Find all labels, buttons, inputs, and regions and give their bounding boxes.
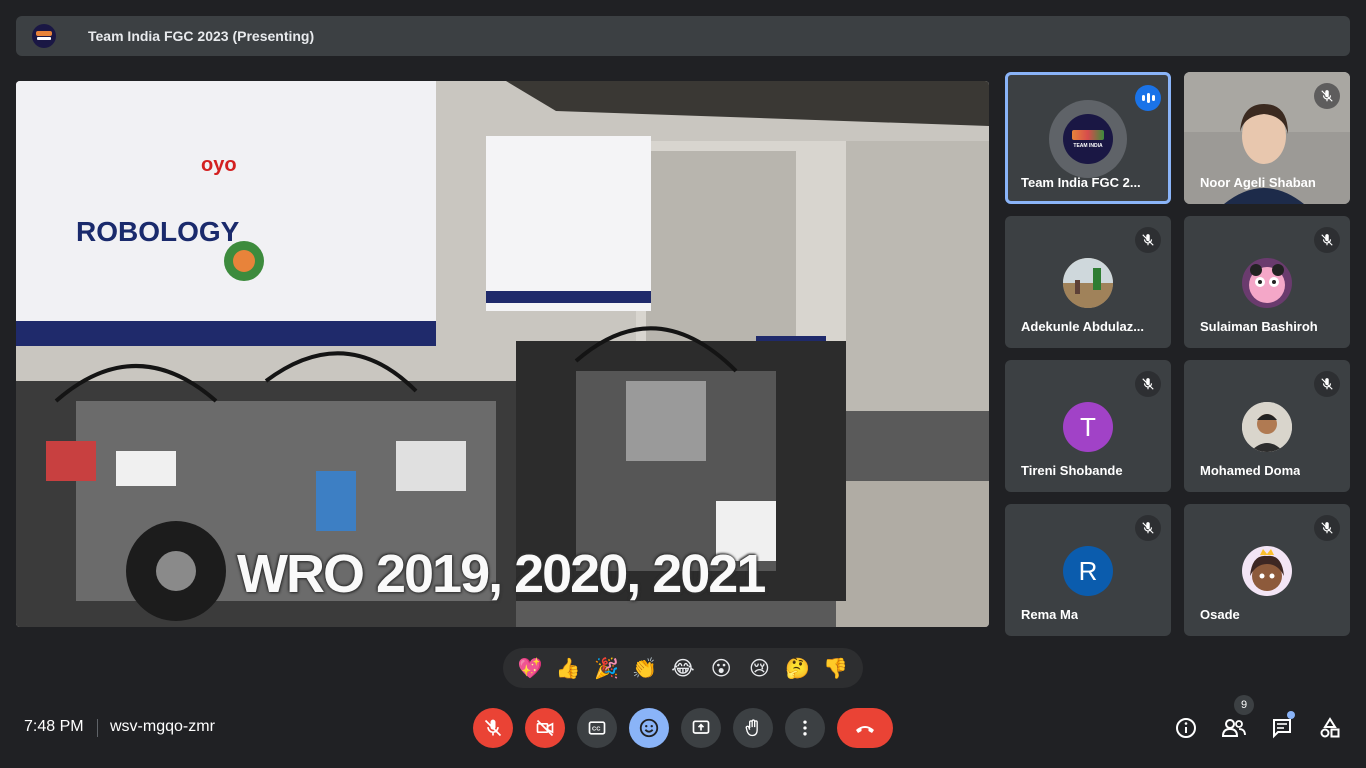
more-vert-icon: [803, 720, 807, 736]
avatar: TEAM INDIA: [1049, 100, 1127, 178]
mic-off-icon: [1135, 371, 1161, 397]
participant-tile-adekunle[interactable]: Adekunle Abdulaz...: [1005, 216, 1171, 348]
camera-off-icon: [536, 719, 554, 737]
participant-name: Team India FGC 2...: [1021, 175, 1141, 190]
people-icon: [1221, 719, 1246, 737]
raise-hand-button[interactable]: [733, 708, 773, 748]
captions-icon: CC: [588, 721, 606, 735]
divider: [97, 719, 98, 737]
participant-tile-tireni[interactable]: T Tireni Shobande: [1005, 360, 1171, 492]
shared-screen: ROBOLOGY oyo WRO 2019, 2020, 2021: [16, 81, 989, 627]
mic-off-icon: [1135, 515, 1161, 541]
meeting-code: wsv-mgqo-zmr: [110, 718, 215, 735]
avatar-initial: R: [1063, 546, 1113, 596]
activities-button[interactable]: [1315, 713, 1345, 743]
avatar: [1242, 546, 1292, 596]
reaction-sad[interactable]: 😢: [742, 656, 776, 681]
participant-name: Adekunle Abdulaz...: [1021, 319, 1145, 334]
reaction-thumbs-up[interactable]: 👍: [551, 656, 585, 681]
present-screen-icon: [692, 720, 710, 734]
participant-count-badge: 9: [1234, 695, 1254, 715]
participant-name: Tireni Shobande: [1021, 463, 1123, 478]
meeting-details-button[interactable]: [1171, 713, 1201, 743]
mic-off-icon: [484, 719, 502, 737]
avatar: [1063, 258, 1113, 308]
participant-name: Sulaiman Bashiroh: [1200, 319, 1318, 334]
notification-dot: [1287, 711, 1295, 719]
reactions-bar: 💖 👍 🎉 👏 😂 😮 😢 🤔 👎: [503, 648, 863, 688]
svg-text:CC: CC: [592, 727, 601, 733]
speaking-indicator-icon: [1135, 85, 1161, 111]
mic-off-icon: [1314, 515, 1340, 541]
reaction-party[interactable]: 🎉: [590, 656, 624, 681]
team-logo-icon: TEAM INDIA: [1063, 114, 1113, 164]
participant-tile-rema[interactable]: R Rema Ma: [1005, 504, 1171, 636]
reaction-thumbs-down[interactable]: 👎: [819, 656, 853, 681]
reaction-thinking[interactable]: 🤔: [781, 656, 815, 681]
activities-icon: [1320, 717, 1340, 738]
camera-toggle-button[interactable]: [525, 708, 565, 748]
present-button[interactable]: [681, 708, 721, 748]
reactions-button[interactable]: [629, 708, 669, 748]
svg-text:ROBOLOGY: ROBOLOGY: [76, 216, 240, 247]
participant-tile-sulaiman[interactable]: Sulaiman Bashiroh: [1184, 216, 1350, 348]
hand-icon: [745, 719, 758, 737]
presenter-bar: Team India FGC 2023 (Presenting): [16, 16, 1350, 56]
participant-tile-osade[interactable]: Osade: [1184, 504, 1350, 636]
avatar: [1242, 258, 1292, 308]
presenter-title: Team India FGC 2023 (Presenting): [88, 28, 315, 44]
chat-icon: [1273, 719, 1291, 739]
participant-tile-mohamed[interactable]: Mohamed Doma: [1184, 360, 1350, 492]
avatar-initial: T: [1063, 402, 1113, 452]
svg-text:oyo: oyo: [201, 154, 237, 176]
microphone-toggle-button[interactable]: [473, 708, 513, 748]
avatar: [1242, 402, 1292, 452]
participant-name: Osade: [1200, 607, 1240, 622]
people-button[interactable]: [1219, 713, 1249, 743]
presentation-caption: WRO 2019, 2020, 2021: [237, 544, 766, 604]
participant-name: Noor Ageli Shaban: [1200, 175, 1316, 190]
leave-call-button[interactable]: [837, 708, 893, 748]
mic-off-icon: [1135, 227, 1161, 253]
participant-name: Rema Ma: [1021, 607, 1079, 622]
info-icon: [1176, 718, 1196, 738]
mic-off-icon: [1314, 83, 1340, 109]
mic-off-icon: [1314, 227, 1340, 253]
clock: 7:48 PM: [24, 718, 84, 735]
participant-name: Mohamed Doma: [1200, 463, 1301, 478]
mic-off-icon: [1314, 371, 1340, 397]
captions-button[interactable]: CC: [577, 708, 617, 748]
more-options-button[interactable]: [785, 708, 825, 748]
participant-tile-team-india[interactable]: TEAM INDIA Team India FGC 2...: [1005, 72, 1171, 204]
reaction-heart[interactable]: 💖: [513, 656, 547, 681]
reaction-clap[interactable]: 👏: [628, 656, 662, 681]
hang-up-icon: [856, 726, 874, 733]
participant-tile-noor[interactable]: Noor Ageli Shaban: [1184, 72, 1350, 204]
reaction-surprised[interactable]: 😮: [704, 656, 738, 681]
team-logo-icon: [32, 24, 56, 48]
emoji-icon: [639, 718, 659, 738]
reaction-laugh[interactable]: 😂: [666, 656, 700, 681]
